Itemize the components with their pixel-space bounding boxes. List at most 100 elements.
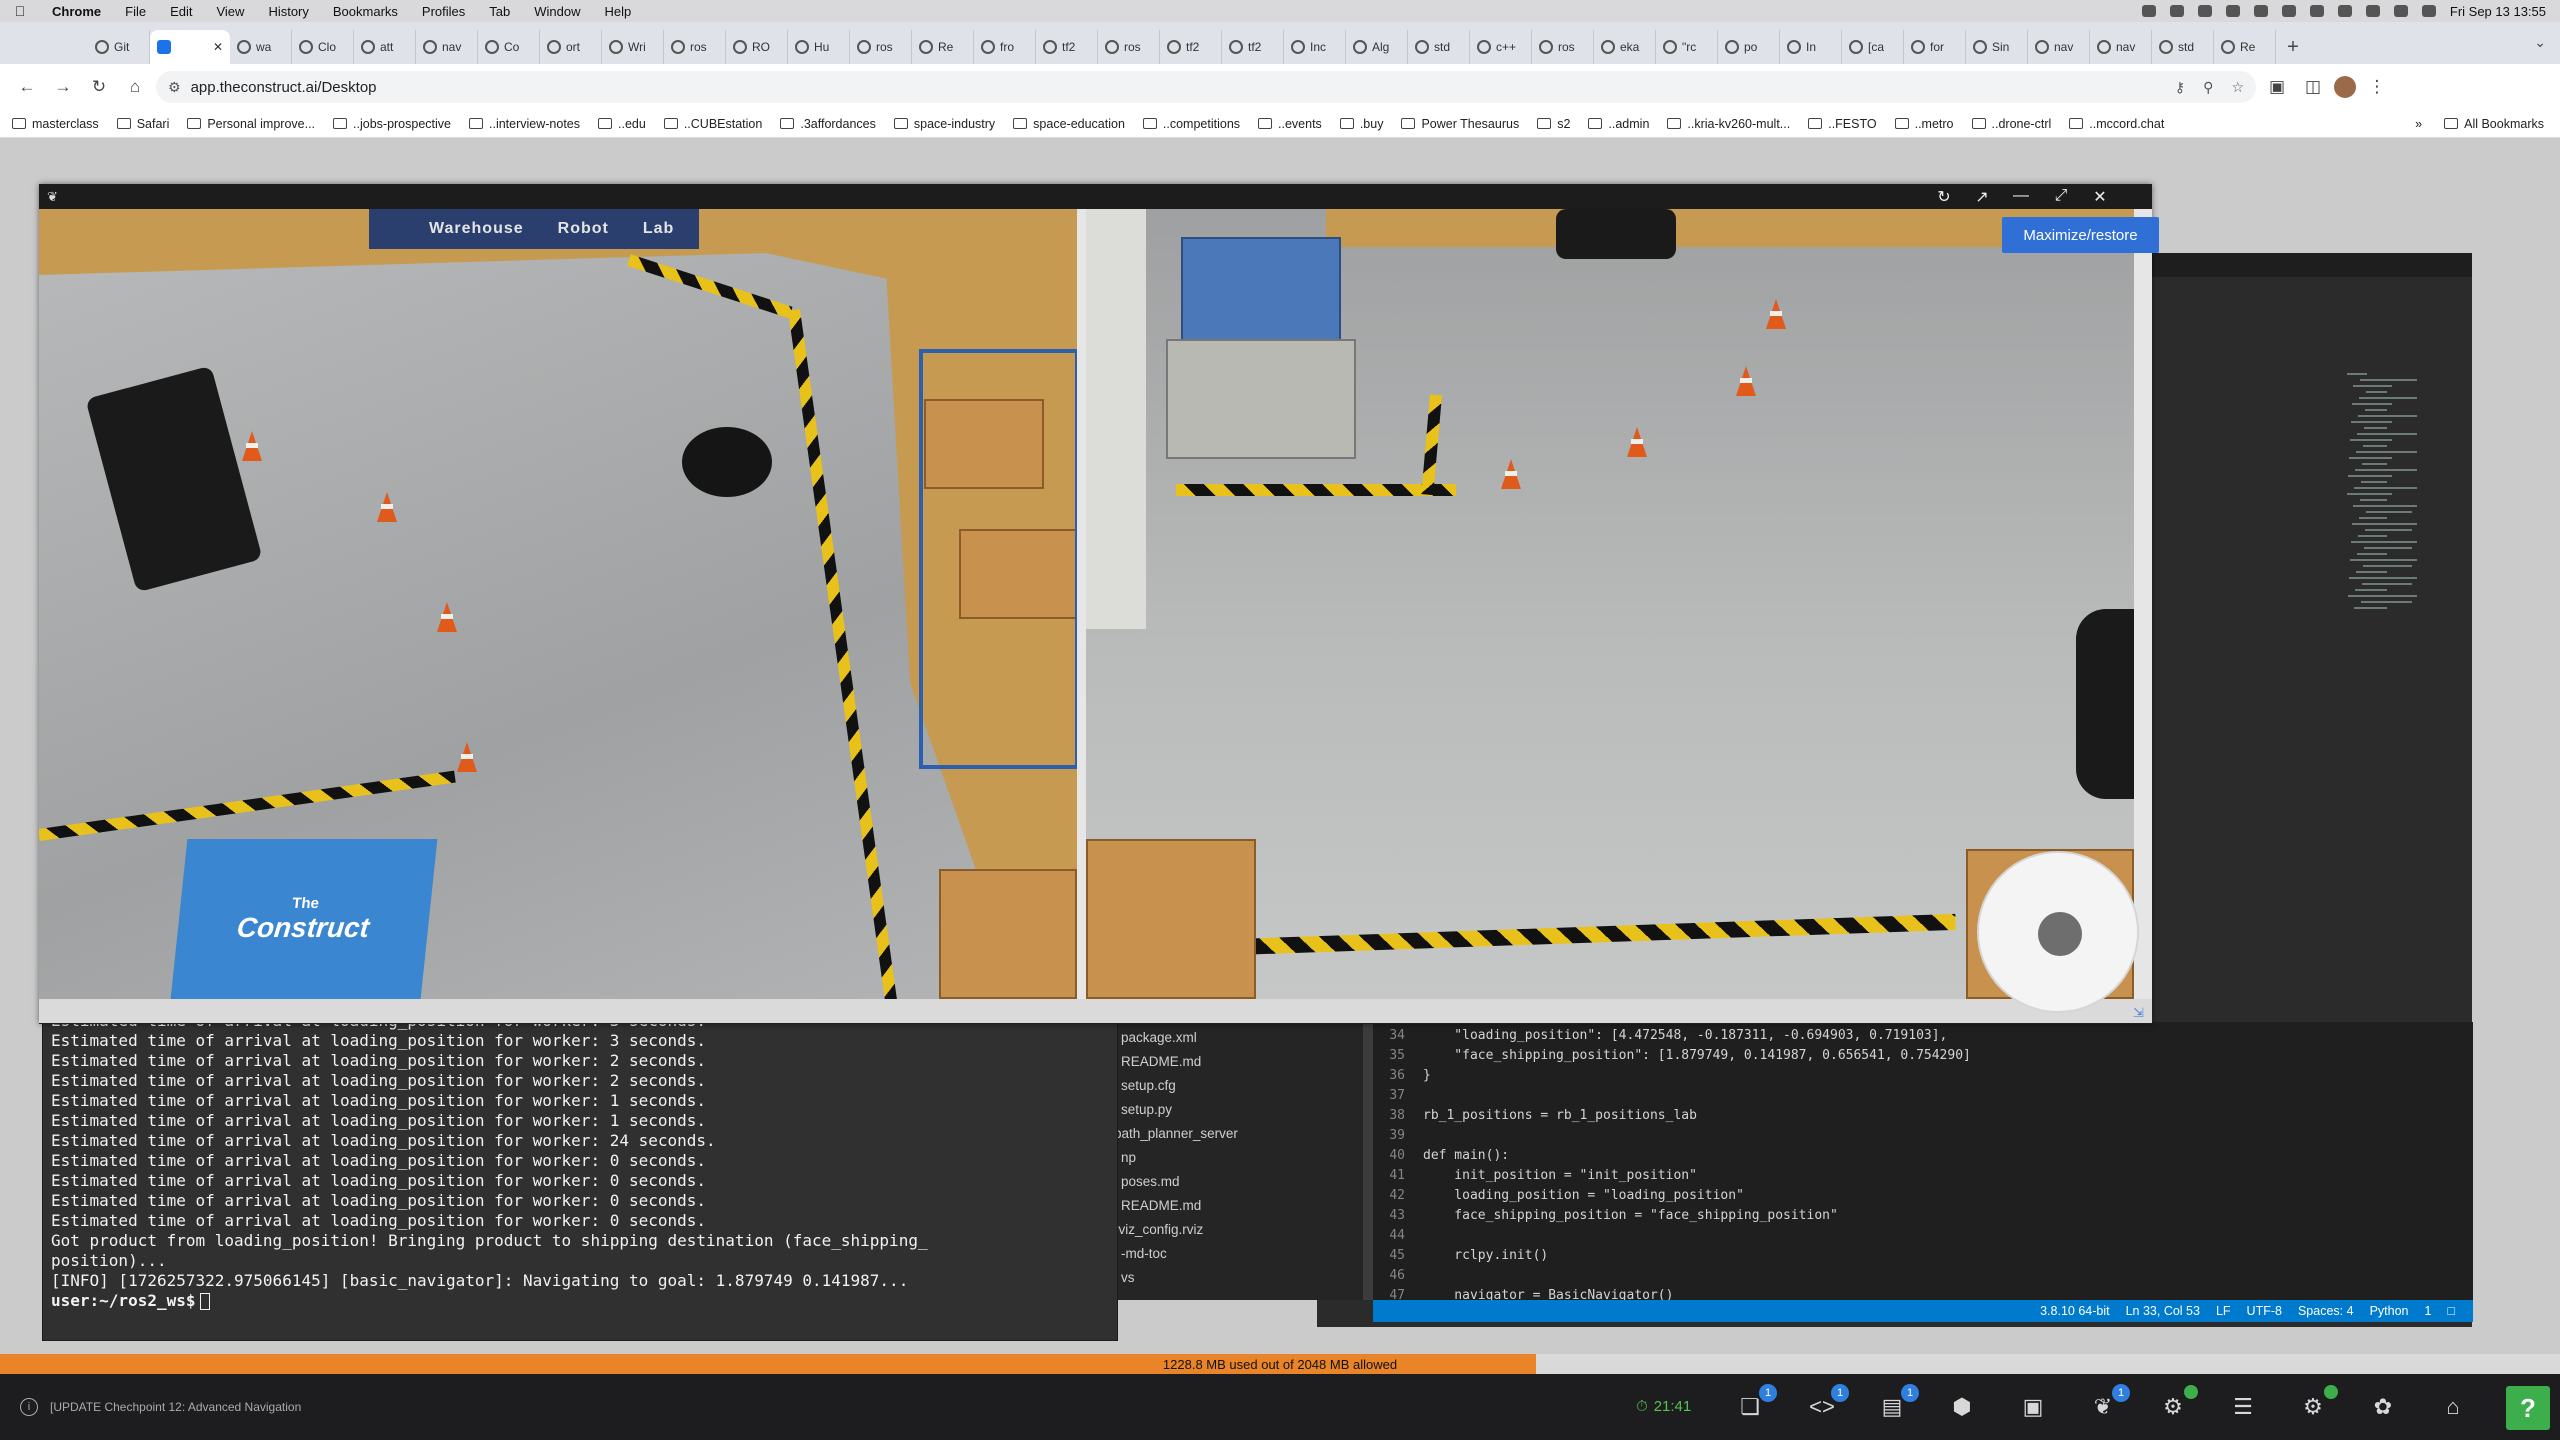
browser-tab[interactable]: Hu — [788, 30, 850, 64]
browser-tab[interactable]: Git — [88, 30, 150, 64]
menu-edit[interactable]: Edit — [158, 4, 204, 19]
terminal-dock-button[interactable]: ❏ 1 — [1733, 1384, 1777, 1423]
rosject-dock-button[interactable]: ⚙ — [2296, 1385, 2338, 1423]
explorer-file[interactable]: -md-toc — [1121, 1246, 1167, 1261]
code-line[interactable]: 45 rclpy.init() — [1373, 1248, 1548, 1268]
notifications-count[interactable]: 1 — [2424, 1304, 2431, 1318]
bookmark-item[interactable]: ..kria-kv260-mult... — [1667, 117, 1790, 131]
bookmark-item[interactable]: Power Thesaurus — [1401, 117, 1519, 131]
explorer-file[interactable]: README.md — [1121, 1054, 1201, 1069]
bookmark-item[interactable]: ..mccord.chat — [2069, 117, 2164, 131]
browser-tab[interactable]: ros — [850, 30, 912, 64]
bookmark-item[interactable]: Safari — [116, 117, 169, 131]
code-line[interactable]: 34 "loading_position": [4.472548, -0.187… — [1373, 1028, 1947, 1048]
bookmark-item[interactable]: .3affordances — [780, 117, 876, 131]
tray-app-icon[interactable] — [2141, 5, 2156, 17]
browser-tab[interactable]: c++ — [1470, 30, 1532, 64]
bookmark-item[interactable]: ..interview-notes — [469, 117, 580, 131]
ai-assistant-dock-button[interactable]: ✿ — [2366, 1391, 2400, 1423]
browser-tab[interactable]: tf2 — [1222, 30, 1284, 64]
browser-tab[interactable]: po — [1718, 30, 1780, 64]
indentation[interactable]: Spaces: 4 — [2298, 1304, 2354, 1318]
tray-app-icon[interactable] — [2225, 5, 2240, 17]
info-icon[interactable]: i — [20, 1398, 38, 1416]
battery-icon[interactable] — [2337, 5, 2352, 17]
cursor-position[interactable]: Ln 33, Col 53 — [2126, 1304, 2200, 1318]
menu-view[interactable]: View — [204, 4, 256, 19]
profile-avatar[interactable] — [2334, 76, 2356, 98]
browser-tab[interactable]: fro — [974, 30, 1036, 64]
home-icon[interactable]: ⌂ — [120, 72, 150, 102]
notebook-dock-button[interactable]: ▤ 1 — [1875, 1384, 1919, 1423]
back-arrow-icon[interactable]: ← — [12, 72, 42, 102]
real-robot-dock-button[interactable]: ❦ 1 — [2086, 1384, 2130, 1423]
browser-tab[interactable]: Re — [912, 30, 974, 64]
code-line[interactable]: 46 — [1373, 1268, 1423, 1288]
explorer-file[interactable]: path_planner_server — [1114, 1126, 1238, 1141]
camera-scrollbar[interactable] — [39, 999, 2152, 1023]
bookmark-item[interactable]: s2 — [1537, 117, 1570, 131]
site-info-icon[interactable]: ⚙ — [168, 79, 181, 96]
close-tab-icon[interactable]: ✕ — [213, 40, 223, 54]
key-icon[interactable]: ⚷ — [2175, 79, 2185, 96]
browser-tab[interactable]: Re — [2214, 30, 2276, 64]
bookmark-item[interactable]: ..jobs-prospective — [333, 117, 451, 131]
browser-tab[interactable]: nav — [416, 30, 478, 64]
browser-tab[interactable]: Alg — [1346, 30, 1408, 64]
browser-tab[interactable]: wa — [230, 30, 292, 64]
apple-icon[interactable]:  — [0, 3, 40, 19]
bookmark-item[interactable]: ..events — [1258, 117, 1322, 131]
close-icon[interactable]: ✕ — [2088, 187, 2112, 207]
resize-handle-icon[interactable]: ⇲ — [2133, 1005, 2151, 1023]
bookmark-item[interactable]: ..drone-ctrl — [1971, 117, 2051, 131]
all-bookmarks[interactable]: All Bookmarks — [2444, 117, 2544, 131]
more-menu-icon[interactable]: ⋮ — [2362, 72, 2392, 102]
bookmark-item[interactable]: ..competitions — [1142, 117, 1240, 131]
joystick-control[interactable] — [1977, 851, 2139, 1013]
explorer-file[interactable]: rviz_config.rviz — [1114, 1222, 1203, 1237]
explorer-file[interactable]: package.xml — [1121, 1030, 1197, 1045]
code-line[interactable]: 39 — [1373, 1128, 1423, 1148]
bookmark-item[interactable]: .buy — [1339, 117, 1383, 131]
side-panel-icon[interactable]: ◫ — [2298, 72, 2328, 102]
browser-tab[interactable]: ort — [540, 30, 602, 64]
encoding[interactable]: UTF-8 — [2247, 1304, 2282, 1318]
popout-icon[interactable]: ↗ — [1970, 187, 1994, 207]
reload-icon[interactable]: ↻ — [84, 72, 114, 102]
code-editor-dock-button[interactable]: <> 1 — [1805, 1384, 1849, 1423]
code-line[interactable]: 43 face_shipping_position = "face_shippi… — [1373, 1208, 1837, 1228]
menu-tab[interactable]: Tab — [477, 4, 522, 19]
bookmark-item[interactable]: masterclass — [12, 117, 99, 131]
code-line[interactable]: 42 loading_position = "loading_position" — [1373, 1188, 1744, 1208]
explorer-file[interactable]: setup.py — [1121, 1102, 1172, 1117]
menu-help[interactable]: Help — [593, 4, 644, 19]
browser-tab[interactable]: Clo — [292, 30, 354, 64]
browser-tab[interactable]: att — [354, 30, 416, 64]
explorer-file[interactable]: np — [1121, 1150, 1136, 1165]
zoom-icon[interactable]: ⚲ — [2203, 79, 2213, 96]
menu-profiles[interactable]: Profiles — [410, 4, 477, 19]
tray-app-icon[interactable] — [2281, 5, 2296, 17]
code-line[interactable]: 36} — [1373, 1068, 1430, 1088]
explorer-file[interactable]: vs — [1121, 1270, 1135, 1285]
bookmark-item[interactable]: Personal improve... — [187, 117, 315, 131]
bookmark-item[interactable]: ..admin — [1588, 117, 1649, 131]
browser-tab[interactable]: ros — [1532, 30, 1594, 64]
bluetooth-icon[interactable] — [2309, 5, 2324, 17]
code-line[interactable]: 41 init_position = "init_position" — [1373, 1168, 1697, 1188]
menu-app-chrome[interactable]: Chrome — [40, 4, 113, 19]
code-line[interactable]: 44 — [1373, 1228, 1423, 1248]
tray-app-icon[interactable] — [2197, 5, 2212, 17]
browser-tab[interactable]: ros — [664, 30, 726, 64]
terminal-prompt-line[interactable]: user:~/ros2_ws$ — [51, 1291, 210, 1310]
browser-tab[interactable]: ✕ — [150, 30, 230, 64]
forward-arrow-icon[interactable]: → — [48, 72, 78, 102]
code-line[interactable]: 37 — [1373, 1088, 1423, 1108]
browser-tab[interactable]: std — [1408, 30, 1470, 64]
menubar-clock[interactable]: Fri Sep 13 13:55 — [2450, 4, 2546, 19]
browser-tab[interactable]: nav — [2028, 30, 2090, 64]
browser-tab[interactable]: Wri — [602, 30, 664, 64]
bookmark-item[interactable]: ..FESTO — [1808, 117, 1877, 131]
terminal-window[interactable]: Estimated time of arrival at loading_pos… — [42, 1019, 1118, 1341]
refresh-icon[interactable]: ↻ — [1932, 187, 1956, 207]
